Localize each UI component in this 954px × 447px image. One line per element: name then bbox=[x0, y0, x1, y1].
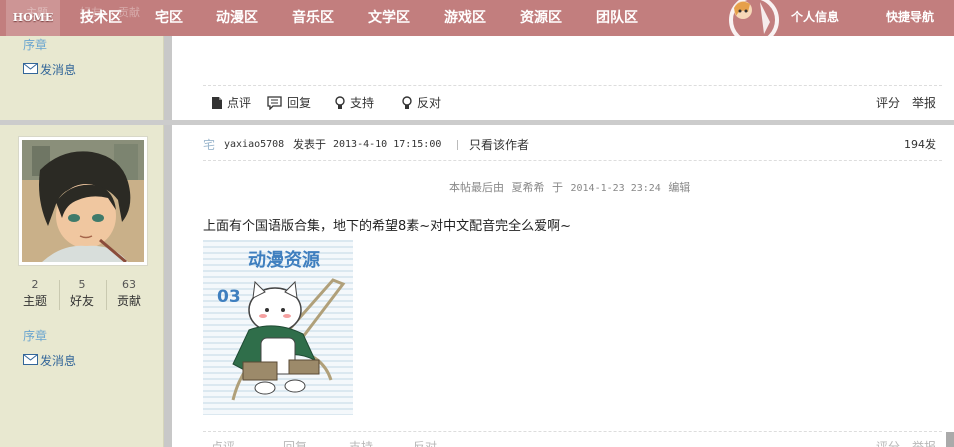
oppose-button[interactable]: 反对 bbox=[401, 92, 441, 114]
header-divider-line bbox=[203, 160, 942, 161]
posted-label: 发表于 bbox=[293, 138, 326, 151]
envelope-icon bbox=[23, 354, 38, 365]
action-divider bbox=[203, 431, 942, 432]
stat-friends[interactable]: 5 好友 bbox=[61, 278, 103, 310]
scrollbar-corner[interactable] bbox=[946, 432, 954, 447]
home-button[interactable]: HOME bbox=[6, 0, 60, 36]
post-author[interactable]: yaxiao5708 bbox=[224, 136, 284, 154]
report-label[interactable]: 举报 bbox=[912, 438, 936, 447]
edit-time: 2014-1-23 23:24 bbox=[570, 183, 661, 194]
send-message-label: 发消息 bbox=[40, 354, 77, 368]
rank-link[interactable]: 序章 bbox=[23, 327, 47, 344]
rank-link-prev[interactable]: 序章 bbox=[23, 36, 47, 53]
action-divider bbox=[203, 85, 942, 86]
support-button[interactable]: 支持 bbox=[334, 92, 374, 114]
post-actions-faded: 点评 回复 支持 反对 评分 举报 bbox=[203, 438, 942, 447]
header-divider bbox=[457, 140, 458, 150]
stat-threads[interactable]: 2 主题 bbox=[14, 278, 56, 310]
mascot-logo[interactable] bbox=[726, 0, 782, 48]
send-message-link[interactable]: 发消息 bbox=[23, 352, 76, 369]
edit-note: 本帖最后由 夏希希 于 2014-1-23 23:24 编辑 bbox=[449, 180, 690, 197]
stat-value: 2 bbox=[31, 278, 39, 291]
support-label: 支持 bbox=[350, 96, 375, 110]
stat-label: 贡献 bbox=[116, 294, 141, 308]
stat-divider bbox=[106, 280, 107, 310]
nav-teams[interactable]: 团队区 bbox=[596, 0, 638, 36]
nav-resources[interactable]: 资源区 bbox=[520, 0, 562, 36]
author-stats: 2 主题 5 好友 63 贡献 bbox=[14, 278, 149, 312]
speech-bubble-icon bbox=[267, 96, 282, 110]
stat-divider bbox=[59, 280, 60, 310]
post-header: 宅 yaxiao5708 发表于 2013-4-10 17:15:00 只看该作… bbox=[203, 136, 942, 154]
top-navigation: 主题 好友 贡献 HOME 技术区 宅区 动漫区 音乐区 文学区 游戏区 资源区… bbox=[0, 0, 954, 45]
lightbulb-icon bbox=[402, 96, 412, 109]
edit-at: 于 bbox=[552, 181, 563, 194]
post-actions: 点评 回复 支持 反对 评分 举报 bbox=[203, 92, 942, 116]
editor-name[interactable]: 夏希希 bbox=[512, 181, 545, 194]
stat-label: 好友 bbox=[69, 294, 94, 308]
edit-suffix: 编辑 bbox=[668, 181, 691, 194]
support-label[interactable]: 支持 bbox=[349, 438, 373, 447]
edit-prefix: 本帖最后由 bbox=[449, 181, 504, 194]
post-separator bbox=[0, 120, 954, 125]
image-title: 动漫资源 bbox=[248, 249, 320, 271]
avatar-image bbox=[22, 140, 144, 264]
reply-label: 回复 bbox=[287, 96, 312, 110]
avatar[interactable] bbox=[18, 136, 148, 266]
stat-value: 63 bbox=[122, 278, 136, 291]
rate-button[interactable]: 评分 bbox=[876, 92, 900, 114]
send-message-label: 发消息 bbox=[40, 63, 77, 77]
oppose-label: 反对 bbox=[417, 96, 442, 110]
nav-music[interactable]: 音乐区 bbox=[292, 0, 334, 36]
stat-label: 主题 bbox=[22, 294, 47, 308]
post-time: 2013-4-10 17:15:00 bbox=[333, 139, 442, 150]
review-label[interactable]: 点评 bbox=[211, 438, 235, 447]
nav-tech[interactable]: 技术区 bbox=[80, 0, 122, 36]
post-content: 上面有个国语版合集，地下的希望8素~对中文配音完全么爱啊~ bbox=[203, 219, 572, 234]
nav-anime[interactable]: 动漫区 bbox=[216, 0, 258, 36]
post-floor[interactable]: 194发 bbox=[904, 136, 936, 154]
nav-literature[interactable]: 文学区 bbox=[368, 0, 410, 36]
comment-doc-icon bbox=[212, 97, 222, 109]
stat-contribution[interactable]: 63 贡献 bbox=[108, 278, 150, 310]
column-divider bbox=[164, 0, 172, 447]
reply-label[interactable]: 回复 bbox=[283, 438, 307, 447]
only-author-link[interactable]: 只看该作者 bbox=[469, 136, 529, 154]
reply-button[interactable]: 回复 bbox=[267, 92, 311, 114]
post-image[interactable]: 动漫资源 03 bbox=[203, 240, 353, 415]
envelope-icon bbox=[23, 63, 38, 74]
nav-otaku[interactable]: 宅区 bbox=[155, 0, 183, 36]
report-button[interactable]: 举报 bbox=[912, 92, 936, 114]
house-icon: 宅 bbox=[203, 138, 216, 152]
quick-nav-link[interactable]: 快捷导航 bbox=[886, 0, 934, 34]
image-number: 03 bbox=[217, 287, 241, 307]
review-button[interactable]: 点评 bbox=[211, 92, 251, 114]
stat-value: 5 bbox=[78, 278, 86, 291]
personal-info-link[interactable]: 个人信息 bbox=[791, 0, 839, 34]
nav-games[interactable]: 游戏区 bbox=[444, 0, 486, 36]
oppose-label[interactable]: 反对 bbox=[413, 438, 437, 447]
lightbulb-icon bbox=[335, 96, 345, 109]
send-message-link-prev[interactable]: 发消息 bbox=[23, 61, 76, 78]
review-label: 点评 bbox=[227, 96, 252, 110]
rate-label[interactable]: 评分 bbox=[876, 438, 900, 447]
